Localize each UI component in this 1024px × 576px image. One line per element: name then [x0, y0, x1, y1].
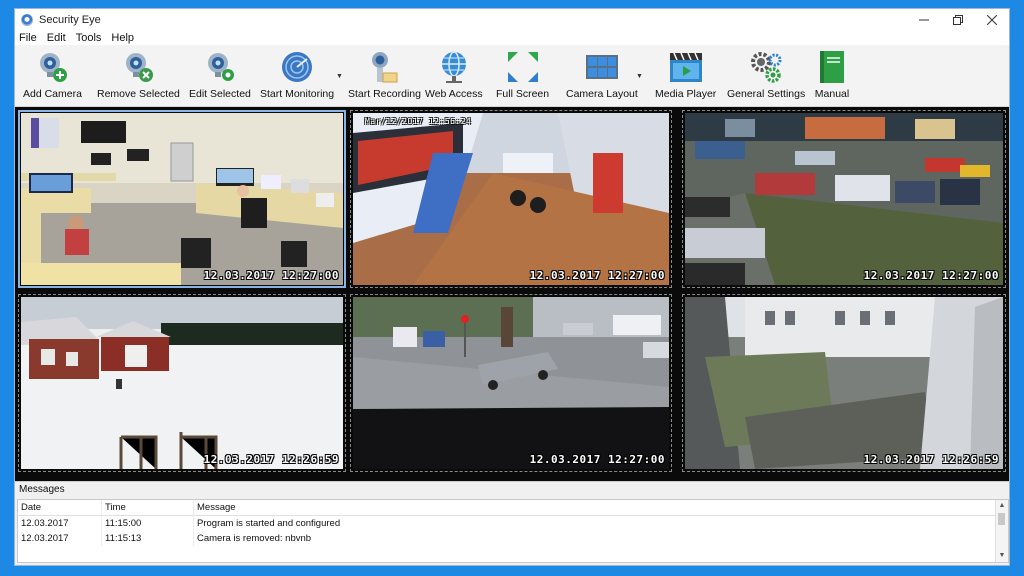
record-camera-icon: [372, 52, 398, 83]
start-monitoring-button[interactable]: Start Monitoring: [260, 49, 334, 100]
monitoring-dropdown-arrow[interactable]: ▼: [336, 73, 343, 80]
camera-layout-button[interactable]: Camera Layout: [566, 49, 638, 100]
menu-edit[interactable]: Edit: [47, 32, 66, 44]
full-screen-label: Full Screen: [496, 88, 550, 100]
remove-selected-button[interactable]: Remove Selected: [97, 49, 180, 100]
layout-grid-icon: [585, 55, 618, 79]
restore-icon: [953, 15, 963, 25]
start-recording-button[interactable]: Start Recording: [348, 49, 421, 100]
camera-view-3[interactable]: 12.03.2017 12:27:00: [682, 110, 1006, 288]
messages-scrollbar[interactable]: ▲ ▼: [995, 500, 1008, 562]
web-access-label: Web Access: [425, 88, 483, 100]
globe-icon: [441, 51, 466, 83]
radar-icon: [282, 52, 313, 82]
menu-help[interactable]: Help: [111, 32, 134, 44]
manual-button[interactable]: Manual: [814, 49, 850, 100]
edit-selected-button[interactable]: Edit Selected: [189, 49, 251, 100]
close-button[interactable]: [975, 9, 1009, 31]
camera-2-image: [353, 113, 669, 285]
column-header-message[interactable]: Message: [194, 500, 1008, 515]
remove-selected-label: Remove Selected: [97, 88, 180, 100]
scroll-thumb[interactable]: [998, 513, 1005, 525]
book-icon: [820, 51, 844, 83]
layout-dropdown-arrow[interactable]: ▼: [636, 73, 643, 80]
camera-6-timestamp: 12.03.2017 12:26:59: [863, 453, 999, 466]
camera-2-timestamp: 12.03.2017 12:27:00: [529, 269, 665, 282]
add-camera-button[interactable]: Add Camera: [23, 49, 82, 100]
camera-3-timestamp: 12.03.2017 12:27:00: [863, 269, 999, 282]
camera-1-image: [21, 113, 343, 285]
add-camera-label: Add Camera: [23, 88, 82, 100]
camera-2-overlay: Mar/12/2017 12:56:24: [365, 117, 472, 126]
media-player-label: Media Player: [655, 88, 717, 100]
message-time: 11:15:13: [102, 531, 194, 546]
remove-camera-icon: [126, 53, 154, 82]
scroll-up-icon[interactable]: ▲: [996, 500, 1008, 512]
messages-panel: Messages Date Time Message 12.03.2017 11…: [15, 481, 1009, 565]
web-access-button[interactable]: Web Access: [425, 49, 483, 100]
title-bar: Security Eye: [15, 9, 1009, 31]
message-date: 12.03.2017: [18, 516, 102, 531]
media-player-icon: [669, 52, 702, 82]
camera-view-1[interactable]: 12.03.2017 12:27:00: [18, 110, 346, 288]
messages-title: Messages: [15, 481, 1009, 498]
full-screen-button[interactable]: Full Screen: [496, 49, 549, 100]
window-title: Security Eye: [39, 14, 101, 26]
camera-5-timestamp: 12.03.2017 12:27:00: [529, 453, 665, 466]
general-settings-button[interactable]: General Settings: [727, 49, 805, 100]
camera-6-image: [685, 297, 1003, 469]
start-recording-label: Start Recording: [348, 88, 421, 100]
camera-view-6[interactable]: 12.03.2017 12:26:59: [682, 294, 1006, 472]
camera-view-4[interactable]: 12.03.2017 12:26:59: [18, 294, 346, 472]
gears-icon: [751, 52, 782, 83]
camera-4-image: [21, 297, 343, 469]
messages-table: Date Time Message 12.03.2017 11:15:00 Pr…: [17, 499, 1009, 563]
app-window: Security Eye File Edit Tools Help Add Ca…: [14, 8, 1010, 566]
media-player-button[interactable]: Media Player: [655, 49, 716, 100]
message-text: Camera is removed: nbvnb: [197, 533, 312, 544]
message-date: 12.03.2017: [18, 531, 102, 546]
menu-tools[interactable]: Tools: [76, 32, 102, 44]
camera-view-5[interactable]: 12.03.2017 12:27:00: [350, 294, 672, 472]
security-eye-app-icon: [21, 14, 33, 26]
restore-button[interactable]: [941, 9, 975, 31]
camera-view-2[interactable]: Mar/12/2017 12:56:24 12.03.2017 12:27:00: [350, 110, 672, 288]
edit-camera-icon: [207, 53, 234, 81]
start-monitoring-label: Start Monitoring: [260, 88, 335, 100]
message-time: 11:15:00: [102, 516, 194, 531]
general-settings-label: General Settings: [727, 88, 806, 100]
manual-label: Manual: [814, 88, 850, 100]
table-row[interactable]: 12.03.2017 11:15:00 Program is started a…: [18, 516, 1008, 531]
camera-4-timestamp: 12.03.2017 12:26:59: [203, 453, 339, 466]
minimize-icon: [919, 19, 929, 21]
add-camera-icon: [40, 53, 68, 82]
menu-bar: File Edit Tools Help: [15, 31, 1009, 45]
scroll-down-icon[interactable]: ▼: [996, 550, 1008, 562]
camera-3-image: [685, 113, 1003, 285]
column-header-time[interactable]: Time: [102, 500, 194, 515]
camera-5-image: [353, 297, 669, 469]
column-header-date[interactable]: Date: [18, 500, 102, 515]
fullscreen-icon: [507, 52, 538, 82]
toolbar: Add Camera Remove Selected Edit Selected…: [15, 45, 1009, 107]
close-icon: [987, 15, 997, 25]
table-row[interactable]: 12.03.2017 11:15:13 Camera is removed: n…: [18, 531, 1008, 546]
edit-selected-label: Edit Selected: [189, 88, 251, 100]
menu-file[interactable]: File: [19, 32, 37, 44]
messages-header-row: Date Time Message: [18, 500, 1008, 516]
minimize-button[interactable]: [907, 9, 941, 31]
camera-layout-label: Camera Layout: [566, 88, 638, 100]
message-text: Program is started and configured: [197, 518, 341, 529]
camera-grid: 12.03.2017 12:27:00 Mar/12/2017 12:56:24…: [15, 107, 1009, 481]
camera-1-timestamp: 12.03.2017 12:27:00: [203, 269, 339, 282]
